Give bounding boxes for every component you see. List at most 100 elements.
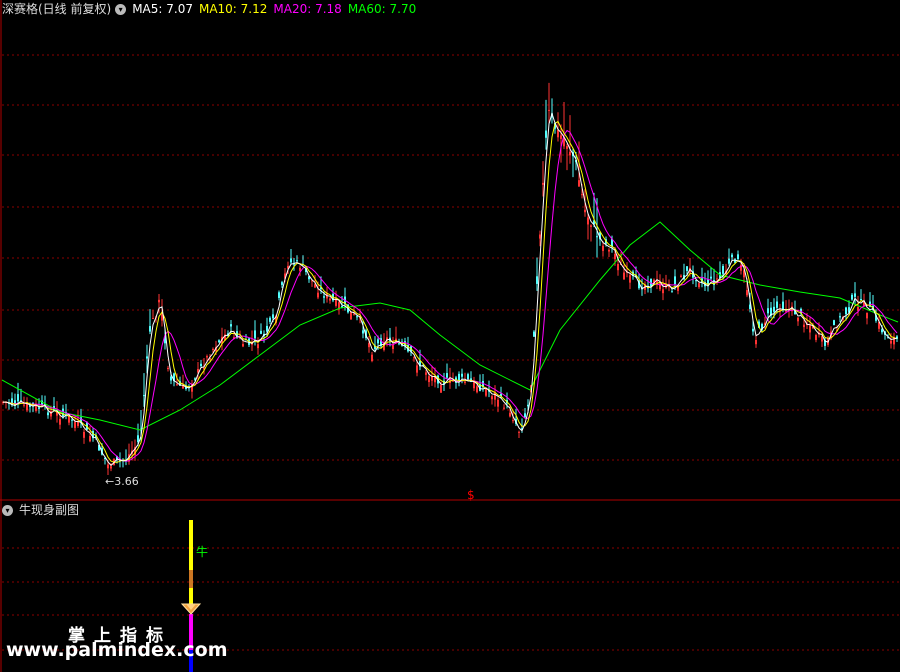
sub-chart-title: 牛现身副图 (19, 503, 80, 517)
candle-body (494, 392, 496, 400)
candle-body (746, 290, 748, 296)
candle-body (512, 420, 514, 422)
candle-body (602, 245, 604, 251)
candle-body (323, 296, 325, 298)
candle-body (698, 283, 700, 288)
chevron-down-icon[interactable]: ▾ (2, 504, 13, 516)
candle-body (833, 320, 835, 326)
signal-bar-segment (189, 520, 193, 570)
candle-body (536, 276, 538, 284)
candle-body (815, 334, 817, 341)
candle-body (350, 311, 352, 320)
ma5-line (3, 111, 898, 467)
candle-body (503, 407, 505, 409)
candle-body (569, 151, 571, 156)
candle-body (548, 109, 550, 111)
candle-body (254, 330, 256, 339)
candle-body (851, 294, 853, 300)
candle-body (485, 389, 487, 396)
bull-label: 牛 (196, 544, 208, 559)
candle-body (839, 316, 841, 318)
candle-body (392, 345, 394, 350)
stock-name: 深赛格(日线 前复权) (2, 1, 112, 16)
chevron-down-icon[interactable]: ▾ (115, 3, 127, 15)
candle-body (497, 399, 499, 407)
candle-body (809, 325, 811, 333)
candle-body (728, 258, 730, 264)
candle-body (737, 254, 739, 260)
candle-body (491, 396, 493, 400)
candle-body (212, 348, 214, 350)
candle-body (266, 325, 268, 332)
signal-bar-segment (189, 570, 193, 588)
candle-body (290, 258, 292, 263)
candle-body (146, 356, 148, 359)
candle-body (545, 130, 547, 138)
candle-body (272, 314, 274, 319)
candle-body (149, 326, 151, 332)
candle-body (773, 306, 775, 312)
candle-body (461, 373, 463, 377)
ma10-value: MA10: 7.12 (198, 2, 268, 16)
candle-body (110, 466, 112, 469)
candle-body (446, 373, 448, 378)
candle-body (143, 395, 145, 397)
candle-body (518, 431, 520, 433)
candle-body (755, 339, 757, 345)
candle-body (431, 376, 433, 381)
low-price-label: ←3.66 (105, 475, 139, 488)
candle-body (440, 384, 442, 393)
candle-body (752, 328, 754, 332)
candle-body (782, 301, 784, 310)
sub-header: ▾ 牛现身副图 (2, 501, 85, 519)
chart-stage: ←3.66 $ 牛 (0, 0, 900, 672)
candle-body (74, 421, 76, 428)
candle-body (398, 343, 400, 345)
candle-body (59, 418, 61, 425)
candle-body (596, 236, 598, 238)
candle-body (317, 292, 319, 298)
candle-body (557, 129, 559, 138)
candle-body (662, 289, 664, 294)
candle-body (218, 340, 220, 343)
main-header: 深赛格(日线 前复权) ▾ MA5: 7.07 MA10: 7.12 MA20:… (2, 0, 422, 18)
candle-body (107, 464, 109, 469)
candle-body (686, 266, 688, 271)
candle-body (416, 365, 418, 373)
watermark-url: www.palmindex.com (6, 639, 228, 661)
main-grid (2, 54, 900, 461)
candle-body (200, 363, 202, 367)
candle-body (176, 384, 178, 386)
candle-body (89, 435, 91, 442)
candle-body (890, 340, 892, 344)
candle-body (206, 356, 208, 358)
candle-body (296, 260, 298, 262)
ma60-line (1, 221, 899, 431)
candle-body (152, 318, 154, 320)
candle-body (356, 316, 358, 318)
ma5-value: MA5: 7.07 (132, 2, 193, 16)
candle-body (257, 344, 259, 349)
candle-body (281, 282, 283, 285)
candle-body (581, 194, 583, 196)
candle-body (671, 291, 673, 293)
candle-body (38, 407, 40, 409)
candle-body (854, 293, 856, 297)
ma20-value: MA20: 7.18 (273, 2, 342, 16)
candle-body (17, 394, 19, 402)
candle-body (158, 299, 160, 303)
candle-body (584, 209, 586, 213)
candle-body (608, 249, 610, 252)
ma20-line (3, 129, 898, 462)
signal-marker: $ (467, 488, 475, 502)
candle-body (428, 376, 430, 383)
candle-body (866, 312, 868, 319)
candle-body (23, 404, 25, 406)
candle-body (230, 324, 232, 327)
candle-body (659, 283, 661, 290)
candle-body (590, 225, 592, 227)
candle-body (83, 431, 85, 438)
candle-body (803, 324, 805, 328)
candlestick-series (2, 82, 898, 476)
candle-body (731, 254, 733, 258)
